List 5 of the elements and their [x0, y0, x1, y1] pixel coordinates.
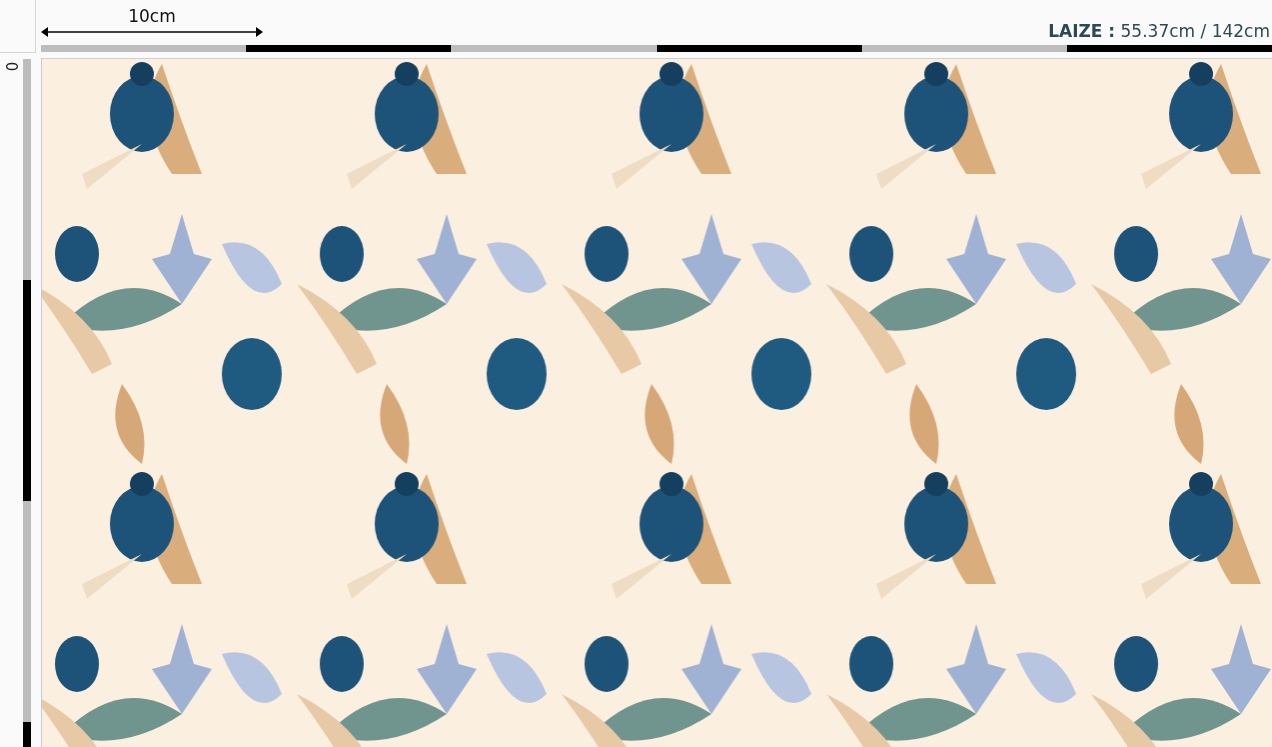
- scale-label: 10cm: [128, 6, 176, 26]
- fabric-width-label: LAIZE : 55.37cm / 142cm: [1048, 21, 1270, 41]
- ruler-corner: [0, 0, 36, 53]
- double-arrow-icon: [41, 26, 263, 38]
- ruler-origin-label: 0: [3, 61, 19, 72]
